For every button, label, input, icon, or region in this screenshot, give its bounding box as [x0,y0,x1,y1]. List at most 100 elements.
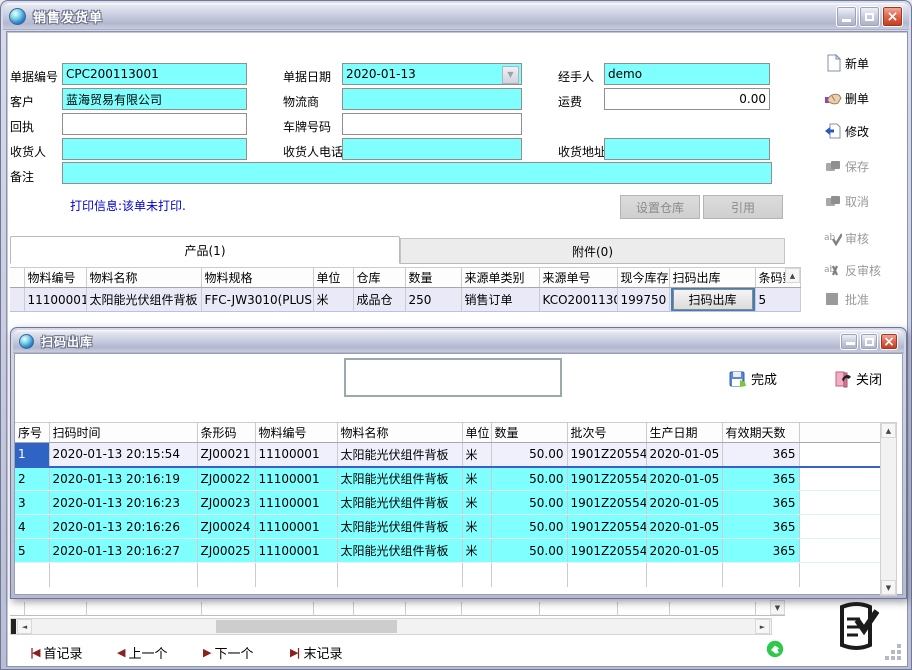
scan-table-empty-row [15,563,882,587]
scroll-left-icon[interactable]: ◄ [17,619,32,634]
col-scan-material-name[interactable]: 物料名称 [337,423,462,443]
maximize-button[interactable] [859,6,880,27]
col-scan-out[interactable]: 扫码出库 [669,268,755,288]
col-material-no[interactable]: 物料编号 [24,268,86,288]
scroll-right-icon[interactable]: ► [755,619,770,634]
modal-minimize-button[interactable] [840,333,858,350]
scan-table-cell: 365 [722,467,799,491]
cell-source-type: 销售订单 [461,288,539,312]
col-scan-qty[interactable]: 数量 [491,423,567,443]
col-material-spec[interactable]: 物料规格 [201,268,313,288]
scan-table-cell: 2020-01-13 20:16:19 [49,467,197,491]
audit-checklist-icon [833,600,879,652]
close-button[interactable]: × [882,6,903,27]
modal-titlebar[interactable]: 扫码出库 × [13,330,904,353]
product-scroll-up-icon[interactable]: ▲ [785,268,800,283]
nav-first-label: 首记录 [43,643,82,662]
col-scan-unit[interactable]: 单位 [462,423,491,443]
scan-table-cell-empty [799,539,882,563]
nav-prev-button[interactable]: ◀ 上一个 [117,643,167,662]
scan-table-row[interactable]: 42020-01-13 20:16:26ZJ0002411100001太阳能光伏… [15,515,882,539]
col-prod-date[interactable]: 生产日期 [646,423,722,443]
scan-table-row[interactable]: 32020-01-13 20:16:23ZJ0002311100001太阳能光伏… [15,491,882,515]
main-client-area: 单据编号 单据日期 2020-01-13 ▼ 经手人 客户 物流商 运费 回执 … [6,31,908,667]
col-qty[interactable]: 数量 [405,268,461,288]
address-field[interactable] [604,138,770,160]
customer-field[interactable] [62,88,247,110]
grid-scroll-down-icon[interactable]: ▼ [770,600,785,615]
freight-field[interactable] [604,88,770,110]
sidebar-delete-label: 删单 [845,90,869,107]
sidebar-delete-button[interactable]: 删单 [824,87,908,109]
col-barcode[interactable]: 条形码 [197,423,255,443]
complete-button[interactable]: 完成 [729,369,777,388]
cancel-icon [824,192,842,210]
modal-close-button[interactable]: × [880,333,898,350]
close-icon: × [887,10,899,24]
close-dialog-button[interactable]: 关闭 [834,369,882,388]
scan-table-cell: 2020-01-13 20:16:27 [49,539,197,563]
reference-button[interactable]: 引用 [703,195,783,219]
sidebar-modify-button[interactable]: 修改 [824,120,908,142]
col-valid-days[interactable]: 有效期天数 [722,423,799,443]
modal-maximize-button[interactable] [860,333,878,350]
col-seq[interactable]: 序号 [15,423,49,443]
col-source-type[interactable]: 来源单类别 [461,268,539,288]
col-material-name[interactable]: 物料名称 [86,268,201,288]
scan-out-button[interactable]: 扫码出库 [673,289,753,310]
scan-scroll-up-icon[interactable]: ▲ [881,423,896,438]
scan-table-row[interactable]: 22020-01-13 20:16:19ZJ0002211100001太阳能光伏… [15,467,882,491]
receiver-phone-field[interactable] [342,138,522,160]
scan-table-row[interactable]: 12020-01-13 20:15:54ZJ0002111100001太阳能光伏… [15,443,882,467]
main-titlebar[interactable]: 销售发货单 × [3,3,909,30]
set-warehouse-button[interactable]: 设置仓库 [620,195,700,219]
horizontal-scrollbar[interactable]: ◄ ► [10,618,772,635]
nav-next-button[interactable]: ▶ 下一个 [203,643,253,662]
nav-first-button[interactable]: |◀ 首记录 [30,643,83,662]
minimize-button[interactable] [836,6,857,27]
col-scan-material-no[interactable]: 物料编号 [255,423,337,443]
doc-date-field[interactable]: 2020-01-13 ▼ [342,63,522,85]
col-stock[interactable]: 现今库存 [617,268,669,288]
col-source-no[interactable]: 来源单号 [539,268,617,288]
sidebar-approve-button[interactable]: 批准 [824,288,908,310]
cell-qty: 250 [405,288,461,312]
scan-table-row[interactable]: 52020-01-13 20:16:27ZJ0002511100001太阳能光伏… [15,539,882,563]
barcode-scan-input[interactable] [344,358,562,397]
col-batch-no[interactable]: 批次号 [567,423,646,443]
receiver-field[interactable] [62,138,247,160]
scan-table-cell: 米 [462,467,491,491]
row-selector[interactable] [10,288,24,312]
tab-attachment[interactable]: 附件(0) [400,238,785,264]
scan-table-cell: 米 [462,515,491,539]
sidebar-audit-button[interactable]: ab 审核 [824,227,908,249]
scan-vertical-scrollbar[interactable]: ▲ ▼ [880,422,897,596]
plate-field[interactable] [342,113,522,135]
agent-field[interactable] [604,63,770,85]
empty-cell [646,563,722,587]
empty-cell [15,563,49,587]
remark-field[interactable] [62,162,772,184]
sidebar-save-button[interactable]: 保存 [824,155,908,177]
tab-product[interactable]: 产品(1) [10,236,400,264]
date-dropdown-icon[interactable]: ▼ [502,66,519,84]
col-warehouse[interactable]: 仓库 [353,268,405,288]
scrollbar-thumb[interactable] [216,620,397,633]
nav-last-button[interactable]: ▶| 末记录 [290,643,343,662]
modal-icon [19,334,34,349]
sidebar-unaudit-button[interactable]: ab 反审核 [824,259,908,281]
col-unit[interactable]: 单位 [313,268,353,288]
sidebar-new-button[interactable]: 新单 [824,52,908,74]
scan-table-cell: 4 [15,515,49,539]
logistics-field[interactable] [342,88,522,110]
col-scan-time[interactable]: 扫码时间 [49,423,197,443]
product-row[interactable]: 11100001 太阳能光伏组件背板 FFC-JW3010(PLUS) 米 成品… [10,288,800,312]
receipt-field[interactable] [62,113,247,135]
resize-grip[interactable] [897,656,901,660]
doc-no-field[interactable] [62,63,247,85]
sidebar-cancel-button[interactable]: 取消 [824,190,908,212]
scan-table-cell: 1901Z20554 [567,539,646,563]
scan-scroll-down-icon[interactable]: ▼ [881,580,896,595]
scan-table-cell-empty [799,491,882,515]
doc-date-label: 单据日期 [283,68,331,85]
